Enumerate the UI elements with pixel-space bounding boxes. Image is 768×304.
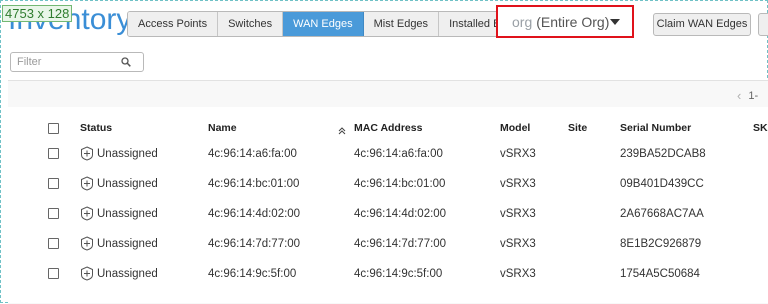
search-icon[interactable] — [121, 57, 131, 67]
mac-cell: 4c:96:14:7d:77:00 — [354, 238, 447, 250]
model-cell: vSRX3 — [500, 268, 536, 280]
org-prefix: org — [512, 13, 533, 30]
status-cell: Unassigned — [97, 208, 158, 220]
tab-switches[interactable]: Switches — [218, 12, 284, 36]
col-serial-number[interactable]: Serial Number — [620, 121, 691, 135]
mac-cell: 4c:96:14:bc:01:00 — [354, 178, 446, 190]
name-cell[interactable]: 4c:96:14:9c:5f:00 — [208, 267, 296, 281]
col-model[interactable]: Model — [500, 121, 530, 135]
model-cell: vSRX3 — [500, 178, 536, 190]
table-row[interactable]: Unassigned 4c:96:14:7d:77:00 4c:96:14:7d… — [8, 236, 768, 259]
serial-cell: 239BA52DCAB8 — [620, 148, 706, 160]
name-cell[interactable]: 4c:96:14:a6:fa:00 — [208, 147, 297, 161]
name-cell[interactable]: 4c:96:14:7d:77:00 — [208, 237, 300, 251]
status-cell: Unassigned — [97, 268, 158, 280]
table-header: Status Name MAC Address Model Site Seria… — [8, 121, 768, 143]
dimension-badge: 4753 x 128 — [2, 5, 73, 22]
col-mac-address[interactable]: MAC Address — [354, 121, 422, 135]
serial-cell: 2A67668AC7AA — [620, 208, 704, 220]
status-cell: Unassigned — [97, 238, 158, 250]
mac-cell: 4c:96:14:4d:02:00 — [354, 208, 447, 220]
inventory-tabs: Access Points Switches WAN Edges Mist Ed… — [127, 11, 530, 37]
table-row[interactable]: Unassigned 4c:96:14:4d:02:00 4c:96:14:4d… — [8, 206, 768, 229]
sort-ascending-icon[interactable] — [338, 127, 346, 135]
col-status[interactable]: Status — [80, 121, 112, 135]
inventory-table: Status Name MAC Address Model Site Seria… — [8, 107, 768, 303]
more-button[interactable] — [758, 13, 768, 36]
status-cell: Unassigned — [97, 148, 158, 160]
row-checkbox[interactable] — [48, 178, 59, 189]
row-checkbox[interactable] — [48, 208, 59, 219]
pagination: ‹ 1- — [737, 88, 758, 103]
filter-field[interactable] — [10, 52, 144, 72]
col-name[interactable]: Name — [208, 121, 237, 135]
col-site[interactable]: Site — [568, 121, 587, 135]
tab-wan-edges[interactable]: WAN Edges — [283, 12, 364, 36]
chevron-left-icon[interactable]: ‹ — [737, 88, 741, 103]
model-cell: vSRX3 — [500, 238, 536, 250]
status-cell: Unassigned — [97, 178, 158, 190]
chevron-down-icon — [610, 19, 620, 25]
table-row[interactable]: Unassigned 4c:96:14:bc:01:00 4c:96:14:bc… — [8, 176, 768, 199]
row-checkbox[interactable] — [48, 268, 59, 279]
pager-range: 1- — [748, 89, 759, 102]
org-selector[interactable]: org (Entire Org) — [496, 5, 634, 38]
serial-cell: 09B401D439CC — [620, 178, 704, 190]
tab-mist-edges[interactable]: Mist Edges — [363, 12, 440, 36]
filter-input[interactable] — [11, 55, 119, 69]
org-value: (Entire Org) — [536, 13, 610, 30]
row-checkbox[interactable] — [48, 238, 59, 249]
select-all-checkbox[interactable] — [48, 123, 59, 134]
name-cell[interactable]: 4c:96:14:4d:02:00 — [208, 207, 300, 221]
plus-circle-icon — [81, 176, 93, 191]
col-sku[interactable]: SKU — [753, 121, 768, 135]
serial-cell: 1754A5C50684 — [620, 268, 700, 280]
mac-cell: 4c:96:14:a6:fa:00 — [354, 148, 443, 160]
plus-circle-icon — [81, 206, 93, 221]
model-cell: vSRX3 — [500, 148, 536, 160]
plus-circle-icon — [81, 146, 93, 161]
plus-circle-icon — [81, 236, 93, 251]
table-row[interactable]: Unassigned 4c:96:14:a6:fa:00 4c:96:14:a6… — [8, 146, 768, 169]
row-checkbox[interactable] — [48, 148, 59, 159]
plus-circle-icon — [81, 266, 93, 281]
model-cell: vSRX3 — [500, 208, 536, 220]
table-row[interactable]: Unassigned 4c:96:14:9c:5f:00 4c:96:14:9c… — [8, 266, 768, 289]
mac-cell: 4c:96:14:9c:5f:00 — [354, 268, 443, 280]
tab-access-points[interactable]: Access Points — [128, 12, 219, 36]
name-cell[interactable]: 4c:96:14:bc:01:00 — [208, 177, 299, 191]
serial-cell: 8E1B2C926879 — [620, 238, 702, 250]
claim-wan-edges-button[interactable]: Claim WAN Edges — [653, 13, 751, 36]
